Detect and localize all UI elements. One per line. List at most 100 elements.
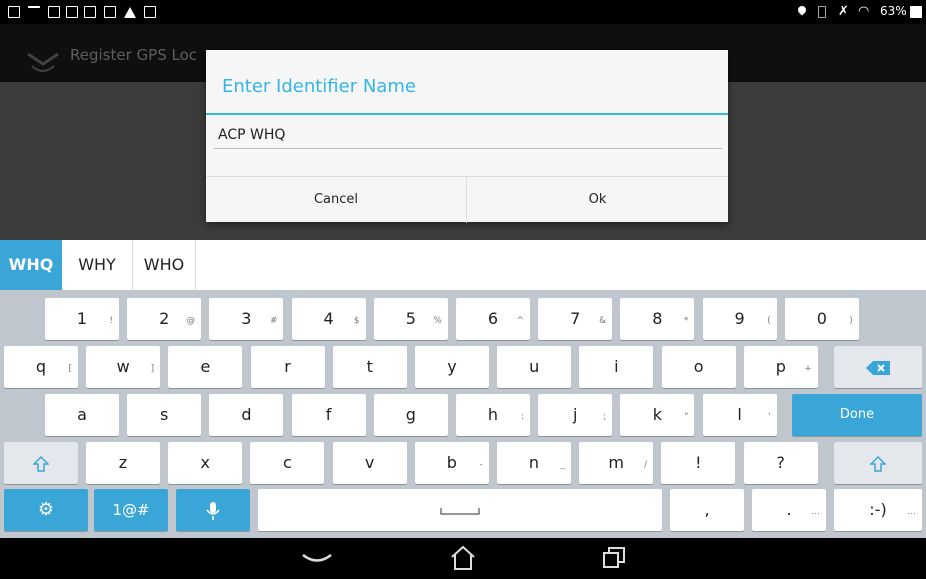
status-bar: ✗ ◠ 63% (0, 0, 926, 24)
key-p[interactable]: p + (743, 346, 818, 388)
key-d[interactable]: d (209, 394, 284, 436)
notification-icon (104, 6, 116, 18)
key-label: r (284, 357, 291, 376)
home-icon[interactable] (450, 545, 476, 571)
key-m[interactable]: m / (579, 442, 654, 484)
key-b[interactable]: b- (414, 442, 489, 484)
key-v[interactable]: v (332, 442, 407, 484)
key-y[interactable]: y (415, 346, 489, 388)
key-r[interactable]: r (250, 346, 325, 388)
key-hint: + (804, 364, 812, 374)
key-w[interactable]: w] (86, 346, 161, 388)
key-c[interactable]: c (250, 442, 325, 484)
key-label: ? (776, 453, 785, 472)
key-label: 1@# (112, 501, 150, 519)
shift-right-key[interactable] (834, 442, 922, 484)
key-e[interactable]: e (168, 346, 243, 388)
dialog-divider (206, 113, 728, 115)
notification-icon (8, 6, 20, 18)
key-label: i (614, 357, 619, 376)
notification-icon (144, 6, 156, 18)
cancel-button[interactable]: Cancel (206, 177, 467, 223)
key-label: t (366, 357, 373, 376)
key-7[interactable]: 7 & (538, 298, 613, 340)
vibrate-icon (818, 6, 826, 18)
battery-icon (910, 6, 922, 18)
space-key[interactable] (258, 489, 662, 531)
key-label: z (118, 453, 128, 472)
comma-key[interactable]: , (670, 489, 744, 531)
key-o[interactable]: o (661, 346, 736, 388)
key-u[interactable]: u (497, 346, 572, 388)
key-label: u (529, 357, 540, 376)
key-1[interactable]: 1! (45, 298, 119, 340)
key-9[interactable]: 9( (702, 298, 777, 340)
key-label: w (116, 357, 130, 376)
key-q[interactable]: q[ (4, 346, 78, 388)
identifier-input[interactable]: ACP WHQ (214, 122, 722, 149)
key-hint: ! (109, 316, 113, 326)
key-label: d (241, 405, 252, 424)
key-a[interactable]: a (45, 394, 119, 436)
suggestion-item[interactable]: WHQ (0, 240, 62, 290)
key-t[interactable]: t (332, 346, 407, 388)
key-sym3-8[interactable]: ? (743, 442, 818, 484)
key-0[interactable]: 0) (784, 298, 859, 340)
backspace-key[interactable] (834, 346, 922, 388)
suggestion-item[interactable]: WHY (62, 240, 133, 290)
key-label: b (446, 453, 457, 472)
key-2[interactable]: 2 @ (127, 298, 202, 340)
key-label: Done (839, 407, 875, 422)
navigation-bar (0, 538, 926, 579)
key-label: g (405, 405, 416, 424)
key-3[interactable]: 3 # (209, 298, 284, 340)
key-hint: ... (811, 507, 820, 517)
symbols-key[interactable]: 1@# (94, 489, 168, 531)
key-label: 0 (816, 309, 827, 328)
key-i[interactable]: i (579, 346, 654, 388)
key-hint: # (269, 316, 278, 326)
key-h[interactable]: h: (456, 394, 530, 436)
done-key[interactable]: Done (792, 394, 922, 436)
key-j[interactable]: j; (538, 394, 613, 436)
dialog-button-bar: Cancel Ok (206, 176, 728, 223)
key-5[interactable]: 5% (373, 298, 448, 340)
key-hint: _ (560, 460, 566, 470)
ok-button[interactable]: Ok (467, 177, 728, 223)
key-f[interactable]: f (291, 394, 366, 436)
recent-apps-icon[interactable] (602, 546, 626, 570)
key-label: q (35, 357, 47, 376)
key-6[interactable]: 6 ^ (456, 298, 530, 340)
key-label: y (447, 357, 457, 376)
key-label: h (487, 405, 499, 424)
key-8[interactable]: 8 * (620, 298, 695, 340)
shift-left-key[interactable] (4, 442, 78, 484)
key-label: 1 (76, 309, 88, 328)
key-label: e (200, 357, 211, 376)
smiley-key[interactable]: :-)... (834, 489, 922, 531)
key-g[interactable]: g (373, 394, 448, 436)
key-hint: * (683, 316, 689, 326)
suggestion-item[interactable]: WHO (133, 240, 196, 290)
key-hint: - (479, 460, 483, 470)
key-label: m (608, 453, 624, 472)
settings-key[interactable]: ⚙ (4, 489, 88, 531)
wifi-icon: ◠ (858, 4, 870, 19)
key-k[interactable]: k " (620, 394, 695, 436)
key-n[interactable]: n _ (497, 442, 571, 484)
key-hint: ] (150, 364, 155, 374)
key-label: v (364, 453, 375, 472)
key-x[interactable]: x (168, 442, 243, 484)
voice-key[interactable] (176, 489, 250, 531)
key-label: f (325, 405, 332, 424)
period-key[interactable]: .... (752, 489, 826, 531)
space-icon (440, 507, 480, 515)
back-icon[interactable] (300, 550, 334, 568)
key-hint: $ (353, 316, 360, 326)
key-z[interactable]: z (86, 442, 160, 484)
key-hint: / (644, 460, 648, 470)
key-4[interactable]: 4 $ (291, 298, 366, 340)
key-sym3-7[interactable]: ! (661, 442, 736, 484)
key-s[interactable]: s (127, 394, 202, 436)
key-l[interactable]: l ' (702, 394, 777, 436)
